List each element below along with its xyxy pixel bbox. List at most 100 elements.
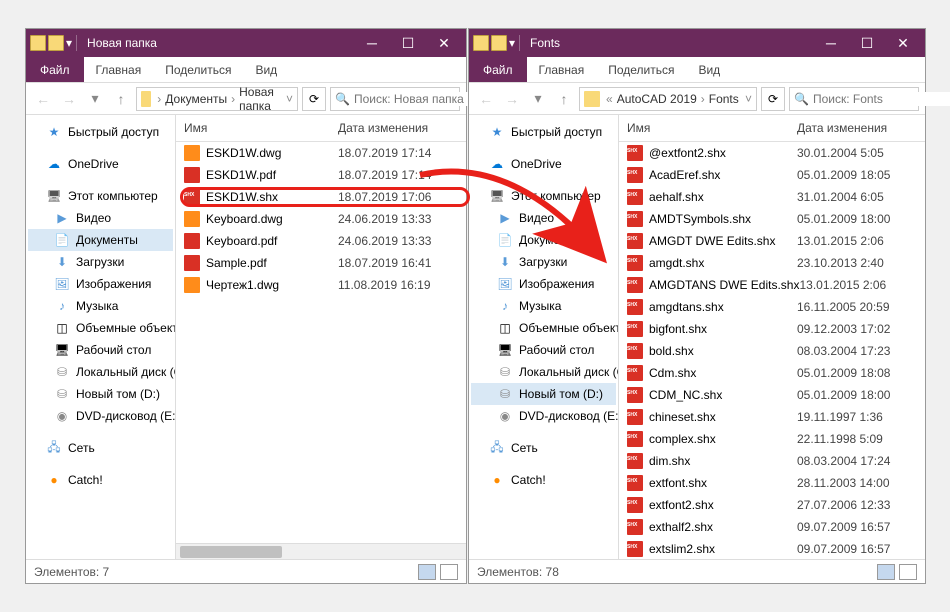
nav-downloads[interactable]: ⬇Загрузки: [28, 251, 173, 273]
file-list[interactable]: @extfont2.shx30.01.2004 5:05AcadEref.shx…: [619, 142, 925, 559]
qat-dropdown-icon[interactable]: ▾: [66, 36, 72, 50]
col-name[interactable]: Имя: [184, 121, 338, 135]
crumb-folder[interactable]: Новая папка: [237, 85, 286, 113]
nav-catch[interactable]: ●Catch!: [28, 469, 173, 491]
file-row[interactable]: ESKD1W.dwg18.07.2019 17:14: [176, 142, 466, 164]
file-row[interactable]: extslim2.shx09.07.2009 16:57: [619, 538, 925, 559]
file-row[interactable]: dim.shx08.03.2004 17:24: [619, 450, 925, 472]
forward-button[interactable]: →: [501, 88, 523, 110]
nav-this-pc[interactable]: 🖥Этот компьютер: [471, 185, 616, 207]
refresh-button[interactable]: ⟳: [761, 87, 785, 111]
forward-button[interactable]: →: [58, 88, 80, 110]
back-button[interactable]: ←: [32, 88, 54, 110]
tab-home[interactable]: Главная: [84, 59, 154, 81]
view-icons-button[interactable]: [440, 564, 458, 580]
view-details-button[interactable]: [418, 564, 436, 580]
nav-3d-objects[interactable]: ◫Объемные объект: [28, 317, 173, 339]
view-icons-button[interactable]: [899, 564, 917, 580]
crumb-autocad[interactable]: AutoCAD 2019: [615, 92, 699, 106]
file-row[interactable]: exthalf2.shx09.07.2009 16:57: [619, 516, 925, 538]
nav-disk-c[interactable]: ⛁Локальный диск (C: [471, 361, 616, 383]
nav-this-pc[interactable]: 🖥Этот компьютер: [28, 185, 173, 207]
file-row[interactable]: Sample.pdf18.07.2019 16:41: [176, 252, 466, 274]
file-row[interactable]: extfont2.shx27.07.2006 12:33: [619, 494, 925, 516]
chevron-right-icon[interactable]: ›: [699, 92, 707, 106]
file-row[interactable]: Чертеж1.dwg11.08.2019 16:19: [176, 274, 466, 296]
tab-view[interactable]: Вид: [243, 59, 289, 81]
nav-disk-d[interactable]: ⛁Новый том (D:): [471, 383, 616, 405]
file-row[interactable]: ESKD1W.pdf18.07.2019 17:14: [176, 164, 466, 186]
file-row[interactable]: AMGDTANS DWE Edits.shx13.01.2015 2:06: [619, 274, 925, 296]
nav-video[interactable]: ▶Видео: [28, 207, 173, 229]
minimize-button[interactable]: ─: [354, 29, 390, 57]
file-row[interactable]: ESKD1W.shx18.07.2019 17:06: [176, 186, 466, 208]
nav-catch[interactable]: ●Catch!: [471, 469, 616, 491]
nav-dvd[interactable]: ◉DVD-дисковод (E:): [471, 405, 616, 427]
nav-onedrive[interactable]: ☁OneDrive: [28, 153, 173, 175]
nav-network[interactable]: 🖧Сеть: [28, 437, 173, 459]
nav-desktop[interactable]: 🖥Рабочий стол: [28, 339, 173, 361]
navigation-pane[interactable]: ★Быстрый доступ ☁OneDrive 🖥Этот компьюте…: [469, 115, 619, 559]
tab-share[interactable]: Поделиться: [596, 59, 686, 81]
file-row[interactable]: Keyboard.dwg24.06.2019 13:33: [176, 208, 466, 230]
nav-3d-objects[interactable]: ◫Объемные объект: [471, 317, 616, 339]
file-row[interactable]: bold.shx08.03.2004 17:23: [619, 340, 925, 362]
view-details-button[interactable]: [877, 564, 895, 580]
breadcrumb[interactable]: « AutoCAD 2019 › Fonts ˅: [579, 87, 757, 111]
close-button[interactable]: ✕: [885, 29, 921, 57]
file-row[interactable]: chineset.shx19.11.1997 1:36: [619, 406, 925, 428]
nav-dvd[interactable]: ◉DVD-дисковод (E:): [28, 405, 173, 427]
scroll-thumb[interactable]: [180, 546, 282, 558]
col-date[interactable]: Дата изменения: [797, 121, 917, 135]
nav-disk-d[interactable]: ⛁Новый том (D:): [28, 383, 173, 405]
back-button[interactable]: ←: [475, 88, 497, 110]
chevron-left-icon[interactable]: «: [604, 92, 615, 106]
maximize-button[interactable]: ☐: [849, 29, 885, 57]
nav-network[interactable]: 🖧Сеть: [471, 437, 616, 459]
file-row[interactable]: amgdtans.shx16.11.2005 20:59: [619, 296, 925, 318]
breadcrumb[interactable]: › Документы › Новая папка ˅: [136, 87, 298, 111]
nav-desktop[interactable]: 🖥Рабочий стол: [471, 339, 616, 361]
minimize-button[interactable]: ─: [813, 29, 849, 57]
col-date[interactable]: Дата изменения: [338, 121, 458, 135]
col-name[interactable]: Имя: [627, 121, 797, 135]
file-row[interactable]: AMGDT DWE Edits.shx13.01.2015 2:06: [619, 230, 925, 252]
file-row[interactable]: complex.shx22.11.1998 5:09: [619, 428, 925, 450]
nav-documents[interactable]: 📄Документы: [28, 229, 173, 251]
scrollbar-horizontal[interactable]: [176, 543, 466, 559]
file-row[interactable]: AMDTSymbols.shx05.01.2009 18:00: [619, 208, 925, 230]
nav-quick-access[interactable]: ★Быстрый доступ: [471, 121, 616, 143]
tab-view[interactable]: Вид: [686, 59, 732, 81]
tab-file[interactable]: Файл: [26, 57, 84, 82]
file-row[interactable]: bigfont.shx09.12.2003 17:02: [619, 318, 925, 340]
nav-pictures[interactable]: 🖼Изображения: [471, 273, 616, 295]
up-button[interactable]: ↑: [553, 88, 575, 110]
nav-onedrive[interactable]: ☁OneDrive: [471, 153, 616, 175]
qat-dropdown-icon[interactable]: ▾: [509, 36, 515, 50]
tab-share[interactable]: Поделиться: [153, 59, 243, 81]
recent-button[interactable]: ▾: [84, 88, 106, 110]
nav-music[interactable]: ♪Музыка: [471, 295, 616, 317]
nav-video[interactable]: ▶Видео: [471, 207, 616, 229]
refresh-button[interactable]: ⟳: [302, 87, 326, 111]
file-list[interactable]: ESKD1W.dwg18.07.2019 17:14ESKD1W.pdf18.0…: [176, 142, 466, 543]
chevron-right-icon[interactable]: ›: [229, 92, 237, 106]
search-input[interactable]: [813, 92, 950, 106]
file-row[interactable]: AcadEref.shx05.01.2009 18:05: [619, 164, 925, 186]
file-row[interactable]: @extfont2.shx30.01.2004 5:05: [619, 142, 925, 164]
file-row[interactable]: amgdt.shx23.10.2013 2:40: [619, 252, 925, 274]
nav-downloads[interactable]: ⬇Загрузки: [471, 251, 616, 273]
chevron-right-icon[interactable]: ›: [155, 92, 163, 106]
file-row[interactable]: aehalf.shx31.01.2004 6:05: [619, 186, 925, 208]
titlebar[interactable]: ▾ Fonts ─ ☐ ✕: [469, 29, 925, 57]
navigation-pane[interactable]: ★Быстрый доступ ☁OneDrive 🖥Этот компьюте…: [26, 115, 176, 559]
crumb-fonts[interactable]: Fonts: [707, 92, 741, 106]
file-row[interactable]: CDM_NC.shx05.01.2009 18:00: [619, 384, 925, 406]
file-row[interactable]: Cdm.shx05.01.2009 18:08: [619, 362, 925, 384]
tab-file[interactable]: Файл: [469, 57, 527, 82]
nav-music[interactable]: ♪Музыка: [28, 295, 173, 317]
up-button[interactable]: ↑: [110, 88, 132, 110]
recent-button[interactable]: ▾: [527, 88, 549, 110]
nav-pictures[interactable]: 🖼Изображения: [28, 273, 173, 295]
file-row[interactable]: Keyboard.pdf24.06.2019 13:33: [176, 230, 466, 252]
